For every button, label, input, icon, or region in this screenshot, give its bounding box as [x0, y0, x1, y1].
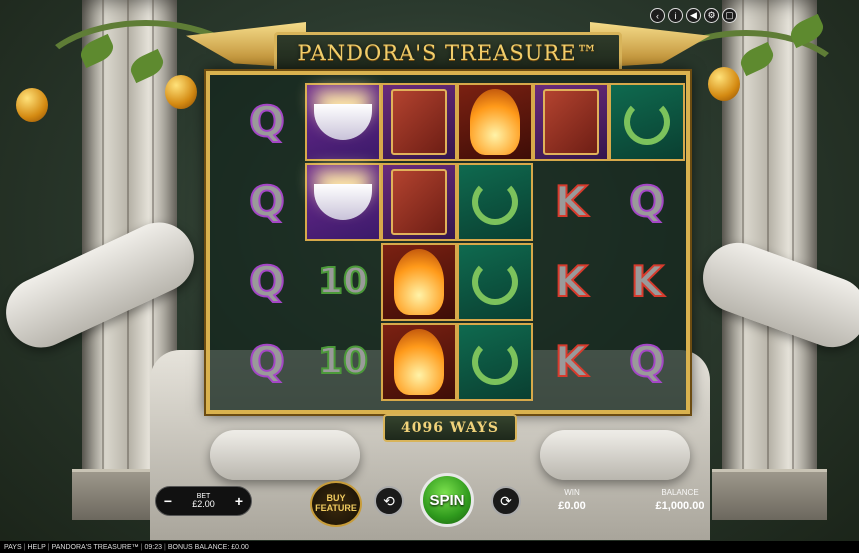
reel-frame: Q Q K Q Q 10 K K Q 10 K Q [206, 71, 690, 414]
symbol-torch [457, 83, 533, 161]
symbol-label: Q [248, 257, 286, 306]
symbol-k: K [533, 323, 609, 401]
fullscreen-icon[interactable]: ▢ [722, 8, 737, 23]
symbol-q: Q [229, 163, 305, 241]
symbol-label: K [554, 257, 589, 306]
flame-icon [394, 249, 444, 315]
symbol-torch [381, 243, 457, 321]
symbol-laurel [457, 163, 533, 241]
symbol-k: K [533, 163, 609, 241]
bet-control: − BET £2.00 + [155, 486, 252, 516]
golden-apple [708, 67, 740, 101]
book-icon [543, 89, 599, 155]
sound-icon[interactable]: ◀ [686, 8, 701, 23]
symbol-k: K [609, 243, 685, 321]
feature-label: FEATURE [315, 503, 357, 513]
laurel-icon [472, 259, 518, 305]
book-icon [391, 89, 447, 155]
status-game-name: PANDORA'S TREASURE™ [51, 543, 139, 551]
win-label: WIN [564, 488, 580, 497]
laurel-icon [624, 99, 670, 145]
symbol-label: 10 [317, 341, 369, 382]
status-bar: PAYS | HELP | PANDORA'S TREASURE™ | 09:2… [0, 541, 859, 553]
symbol-label: Q [248, 177, 286, 226]
symbol-q: Q [229, 243, 305, 321]
symbol-torch [381, 323, 457, 401]
info-icon[interactable]: i [668, 8, 683, 23]
bonus-balance: BONUS BALANCE: £0.00 [167, 543, 249, 551]
laurel-icon [472, 179, 518, 225]
win-value: £0.00 [558, 500, 586, 512]
top-controls: ‹ i ◀ ⚙ ▢ [650, 8, 737, 23]
symbol-label: 10 [317, 261, 369, 302]
bet-display: BET £2.00 [192, 493, 215, 510]
symbol-q: Q [229, 323, 305, 401]
symbol-q: Q [609, 323, 685, 401]
title-plate: PANDORA'S TREASURE™ [274, 32, 622, 74]
help-link[interactable]: HELP [27, 544, 45, 551]
turbo-button[interactable]: ⟲ [374, 486, 404, 516]
symbol-10: 10 [305, 243, 381, 321]
symbol-label: K [554, 337, 589, 386]
right-hand [540, 430, 690, 480]
reel-grid: Q Q K Q Q 10 K K Q 10 K Q [229, 83, 685, 401]
glowing-hands-icon [314, 184, 372, 220]
symbol-book [381, 163, 457, 241]
separator: | [140, 543, 143, 551]
bet-increase-button[interactable]: + [233, 493, 245, 509]
bet-decrease-button[interactable]: − [162, 493, 174, 509]
symbol-label: Q [248, 97, 286, 146]
symbol-q: Q [609, 163, 685, 241]
balance-label: BALANCE [661, 488, 699, 497]
ways-label: 4096 WAYS [401, 420, 499, 436]
separator: | [23, 543, 26, 551]
win-display: WIN £0.00 [550, 488, 594, 512]
separator: | [47, 543, 50, 551]
symbol-book [381, 83, 457, 161]
symbol-q: Q [229, 83, 305, 161]
autoplay-icon: ⟳ [500, 492, 512, 509]
flame-icon [394, 329, 444, 395]
bet-value: £2.00 [192, 498, 215, 509]
spin-label: SPIN [429, 491, 465, 509]
separator: | [164, 543, 166, 551]
autoplay-button[interactable]: ⟳ [491, 486, 521, 516]
back-arrow-icon[interactable]: ‹ [650, 8, 665, 23]
symbol-book [533, 83, 609, 161]
symbol-label: Q [248, 337, 286, 386]
symbol-k: K [533, 243, 609, 321]
left-hand [210, 430, 360, 480]
symbol-laurel [457, 323, 533, 401]
symbol-label: K [630, 257, 665, 306]
status-time: 09:23 [144, 543, 162, 551]
laurel-icon [472, 339, 518, 385]
golden-apple [16, 88, 48, 122]
golden-apple [165, 75, 197, 109]
game-title: PANDORA'S TREASURE™ [297, 41, 599, 65]
turbo-icon: ⟲ [383, 492, 395, 509]
symbol-hands [305, 83, 381, 161]
book-icon [391, 169, 447, 235]
glowing-hands-icon [314, 104, 372, 140]
settings-icon[interactable]: ⚙ [704, 8, 719, 23]
pays-link[interactable]: PAYS [4, 544, 22, 551]
symbol-label: K [554, 177, 589, 226]
symbol-label: Q [628, 337, 666, 386]
buy-feature-button[interactable]: BUY FEATURE [310, 481, 362, 527]
balance-display: BALANCE £1,000.00 [645, 488, 715, 512]
symbol-laurel [609, 83, 685, 161]
symbol-10: 10 [305, 323, 381, 401]
ways-banner: 4096 WAYS [383, 414, 517, 442]
game-title-banner: PANDORA'S TREASURE™ [186, 18, 710, 74]
spin-button[interactable]: SPIN [420, 473, 474, 527]
flame-icon [470, 89, 520, 155]
symbol-laurel [457, 243, 533, 321]
balance-value: £1,000.00 [655, 500, 705, 512]
symbol-label: Q [628, 177, 666, 226]
symbol-hands [305, 163, 381, 241]
